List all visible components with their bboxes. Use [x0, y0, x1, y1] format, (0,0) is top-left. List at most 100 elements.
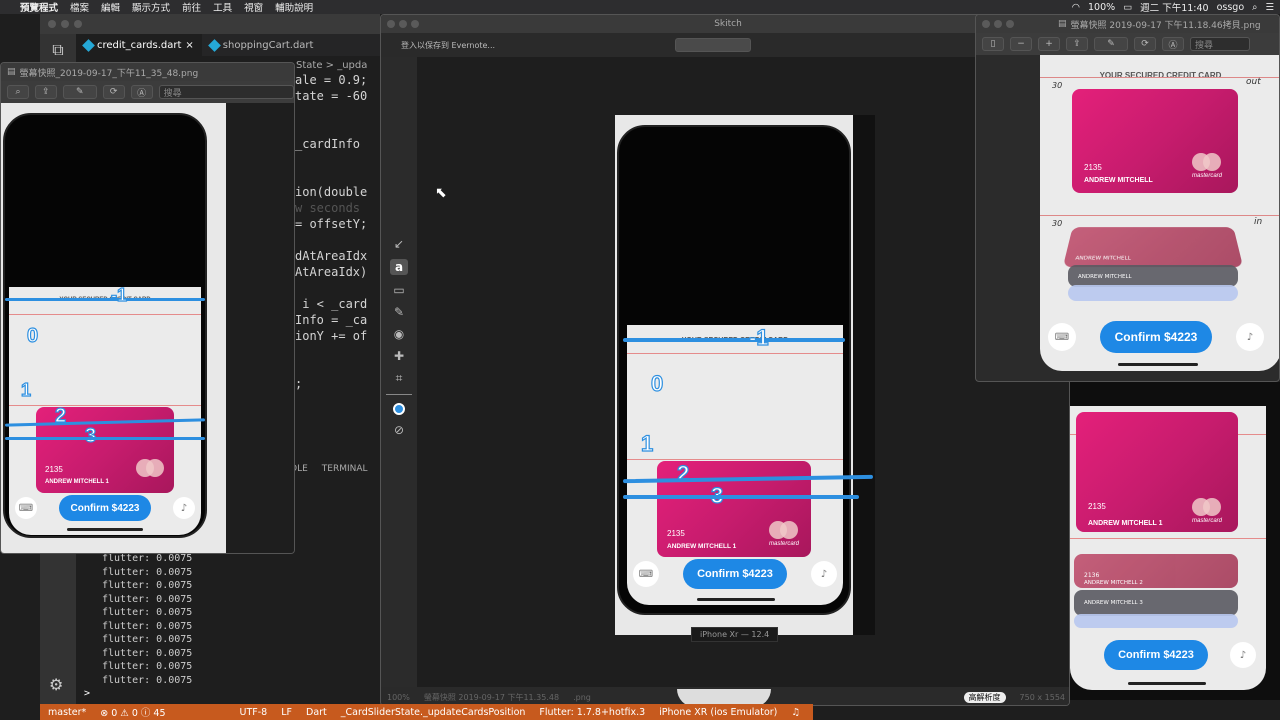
markup-pen-icon[interactable]: ✎	[1094, 37, 1128, 51]
out-label: out	[1246, 77, 1261, 87]
code-editor[interactable]: ale = 0.9; tate = -60 _cardInfo ion(double w…	[295, 72, 385, 392]
terminal-prompt: >	[84, 688, 91, 699]
keyboard-icon[interactable]: ⌨	[15, 497, 37, 519]
problems-count[interactable]: ⊗ 0 ⚠ 0 ⓘ 45	[100, 705, 165, 719]
zoom-dot[interactable]	[411, 20, 419, 28]
wifi-icon[interactable]: ◠	[1072, 2, 1080, 13]
device-selector[interactable]: iPhone XR (ios Emulator)	[659, 707, 777, 718]
zoom-level[interactable]: 100%	[387, 693, 410, 702]
pen-tool-icon[interactable]: ✎	[394, 305, 404, 319]
markup-pen-icon[interactable]: ✎	[62, 85, 97, 99]
minimize-dot[interactable]	[399, 20, 407, 28]
breadcrumb[interactable]: State > _upda	[296, 60, 367, 71]
menu-go[interactable]: 前往	[182, 0, 201, 14]
explorer-icon[interactable]: ⧉	[40, 40, 76, 60]
microphone-icon[interactable]: ♪	[1230, 642, 1256, 668]
search-input[interactable]: 搜尋	[158, 85, 294, 99]
margin-label: 30	[1052, 219, 1063, 228]
evernote-save-link[interactable]: 登入以保存到 Evernote...	[401, 40, 495, 51]
confirm-button[interactable]: Confirm $4223	[683, 559, 787, 589]
annotate-icon[interactable]: Ⓐ	[130, 85, 153, 99]
share-icon[interactable]: ⇪	[1066, 37, 1088, 51]
hd-toggle[interactable]: 高解析度	[963, 691, 1006, 703]
minimize-dot[interactable]	[994, 20, 1002, 28]
microphone-icon[interactable]: ♪	[811, 561, 837, 587]
credit-card[interactable]: 2135 ANDREW MITCHELL mastercard	[1072, 89, 1238, 193]
sidebar-icon[interactable]: ▯	[982, 37, 1004, 51]
text-tool-icon[interactable]: a	[389, 259, 409, 275]
menubar-clock[interactable]: 週二 下午11:40	[1140, 0, 1208, 14]
notification-center-icon[interactable]: ☰	[1265, 2, 1274, 13]
pixelate-tool-icon[interactable]: ✚	[394, 349, 404, 363]
rotate-icon[interactable]: ⟳	[102, 85, 125, 99]
window-title: 螢幕快照 2019-09-17 下午11.18.46拷貝.png	[1070, 20, 1261, 31]
tab-terminal[interactable]: TERMINAL	[322, 464, 368, 474]
encoding[interactable]: UTF-8	[240, 707, 268, 718]
current-symbol[interactable]: _CardSliderState._updateCardsPosition	[341, 707, 526, 718]
zoom-dot[interactable]	[1006, 20, 1014, 28]
highlighter-tool-icon[interactable]: ◉	[394, 327, 404, 341]
search-icon[interactable]: ⌕	[1252, 2, 1257, 13]
crop-tool-icon[interactable]: ⌗	[396, 371, 403, 386]
confirm-button[interactable]: Confirm $4223	[59, 495, 151, 521]
guide-line	[9, 405, 201, 406]
notification-bell-icon[interactable]: ♫	[791, 707, 800, 718]
credit-card[interactable]: 2135 ANDREW MITCHELL 1 mastercard	[1076, 412, 1238, 532]
annotate-icon[interactable]: Ⓐ	[1162, 37, 1184, 51]
rectangle-tool-icon[interactable]: ▭	[393, 283, 404, 297]
line-ending[interactable]: LF	[281, 707, 292, 718]
microphone-icon[interactable]: ♪	[173, 497, 195, 519]
menu-edit[interactable]: 編輯	[101, 0, 120, 14]
zoom-in-icon[interactable]: +	[1038, 37, 1060, 51]
color-picker-icon[interactable]	[393, 403, 405, 415]
close-dot[interactable]	[982, 20, 990, 28]
annotation-label-1: 1	[640, 430, 654, 456]
preview-toolbar: ▯ − + ⇪ ✎ ⟳ Ⓐ 搜尋	[976, 33, 1279, 55]
menubar-user[interactable]: ossgo	[1217, 2, 1245, 13]
menu-view[interactable]: 顯示方式	[132, 0, 170, 14]
annotation-line	[623, 495, 859, 499]
keyboard-icon[interactable]: ⌨	[633, 561, 659, 587]
rotate-icon[interactable]: ⟳	[1134, 37, 1156, 51]
size-picker-icon[interactable]: ⊘	[394, 423, 404, 437]
image-dimensions: 750 x 1554	[1019, 692, 1065, 702]
settings-gear-icon[interactable]: ⚙	[49, 675, 63, 694]
search-input[interactable]: 搜尋	[1190, 37, 1250, 51]
menu-app-name[interactable]: 預覽程式	[20, 0, 58, 14]
app-screen: YOUR SECURED CREDIT CARD 30 out 2135 AND…	[1040, 55, 1279, 371]
home-indicator	[67, 528, 143, 531]
zoom-out-icon[interactable]: −	[1010, 37, 1032, 51]
git-branch[interactable]: master*	[48, 707, 86, 718]
keyboard-icon[interactable]: ⌨	[1048, 323, 1076, 351]
close-icon[interactable]: ×	[185, 40, 193, 51]
screenshot-button[interactable]	[675, 38, 752, 52]
menu-window[interactable]: 視窗	[244, 0, 263, 14]
terminal-output[interactable]: flutter: 0.0075 flutter: 0.0075 flutter: 0…	[76, 552, 380, 699]
tab-shopping-cart[interactable]: shoppingCart.dart	[202, 34, 322, 56]
window-title: 螢幕快照_2019-09-17_下午11_35_48.png	[19, 68, 199, 79]
minimize-dot[interactable]	[61, 20, 69, 28]
menu-file[interactable]: 檔案	[70, 0, 89, 14]
battery-percent[interactable]: 100%	[1088, 2, 1115, 13]
confirm-button[interactable]: Confirm $4223	[1100, 321, 1212, 353]
arrow-tool-icon[interactable]: ↙	[394, 237, 404, 251]
tab-credit-cards[interactable]: credit_cards.dart ×	[76, 34, 202, 56]
language-mode[interactable]: Dart	[306, 707, 327, 718]
mouse-cursor-icon: ⬉	[435, 185, 447, 201]
flutter-version[interactable]: Flutter: 1.7.8+hotfix.3	[539, 707, 645, 718]
dart-icon	[207, 38, 221, 52]
annotation-label-0: 0	[650, 370, 664, 396]
microphone-icon[interactable]: ♪	[1236, 323, 1264, 351]
share-icon[interactable]: ⇪	[34, 85, 57, 99]
menu-help[interactable]: 輔助說明	[275, 0, 313, 14]
file-name[interactable]: 螢幕快照 2019-09-17 下午11.35.48	[424, 692, 559, 703]
zoom-dot[interactable]	[74, 20, 82, 28]
battery-icon[interactable]: ▭	[1123, 2, 1132, 13]
preview-window-right: ▤ 螢幕快照 2019-09-17 下午11.18.46拷貝.png ▯ − +…	[975, 14, 1280, 382]
zoom-icon[interactable]: ⌕	[7, 85, 29, 99]
close-dot[interactable]	[48, 20, 56, 28]
close-dot[interactable]	[387, 20, 395, 28]
stacked-card: ANDREW MITCHELL 3	[1074, 590, 1238, 616]
confirm-button[interactable]: Confirm $4223	[1104, 640, 1208, 670]
menu-tools[interactable]: 工具	[213, 0, 232, 14]
